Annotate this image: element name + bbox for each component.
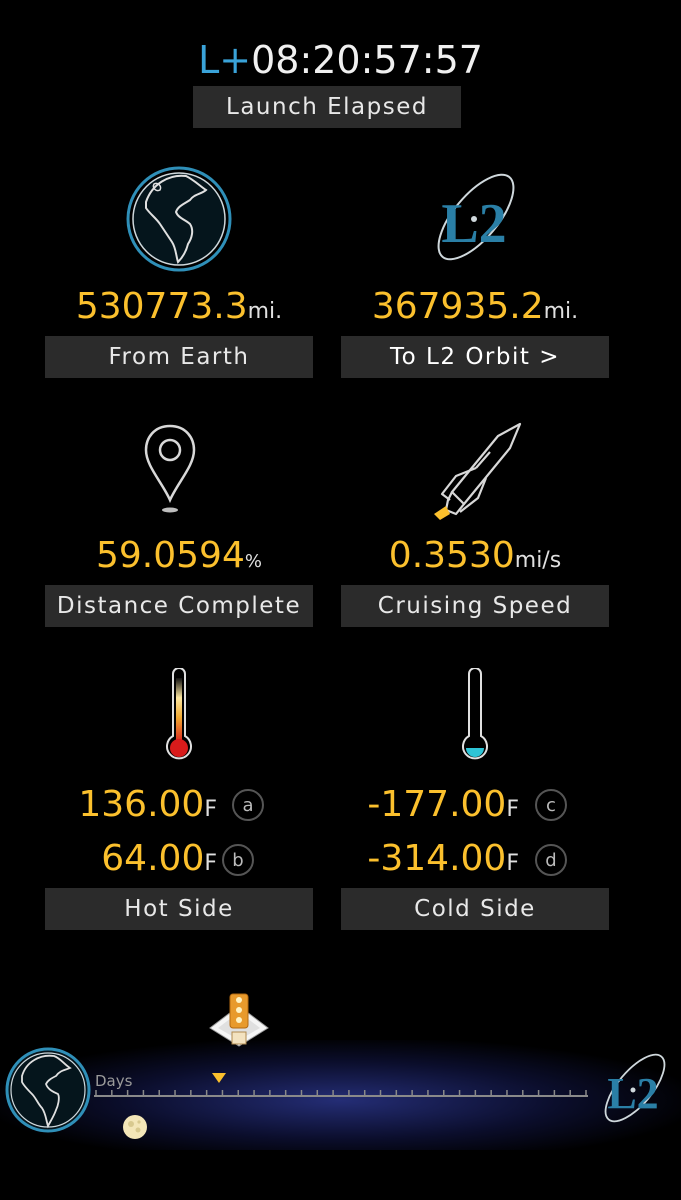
launch-prefix: L+ xyxy=(198,38,252,82)
hot-temp-a-unit: F xyxy=(204,797,217,822)
moon-icon xyxy=(123,1115,147,1139)
hot-thermometer-icon xyxy=(166,668,192,760)
to-l2-orbit-button[interactable]: To L2 Orbit > xyxy=(341,336,609,378)
cold-thermometer-icon xyxy=(462,668,488,760)
cruising-speed-unit: mi/s xyxy=(514,548,562,573)
cold-temp-d-number: -314.00 xyxy=(367,838,507,879)
sensor-b-badge[interactable]: b xyxy=(222,844,254,876)
cruising-speed-label: Cruising Speed xyxy=(341,585,609,627)
hot-temp-a-number: 136.00 xyxy=(78,784,205,825)
hot-temp-a-value: 136.00F xyxy=(45,784,217,825)
to-l2-value: 367935.2mi. xyxy=(341,286,609,327)
from-earth-value: 530773.3mi. xyxy=(45,286,313,327)
distance-complete-label: Distance Complete xyxy=(45,585,313,627)
timeline-earth-icon xyxy=(5,1047,91,1133)
cold-temp-c-value: -177.00F xyxy=(341,784,519,825)
svg-text:L2: L2 xyxy=(607,1069,658,1118)
distance-complete-number: 59.0594 xyxy=(96,535,245,576)
to-l2-number: 367935.2 xyxy=(371,286,544,327)
distance-complete-value: 59.0594% xyxy=(45,535,313,576)
cold-temp-c-number: -177.00 xyxy=(367,784,507,825)
from-earth-number: 530773.3 xyxy=(75,286,248,327)
hot-temp-b-number: 64.00 xyxy=(101,838,205,879)
cold-side-label: Cold Side xyxy=(341,888,609,930)
cold-temp-c-unit: F xyxy=(506,797,519,822)
hot-side-label: Hot Side xyxy=(45,888,313,930)
l2-logo-icon[interactable]: L2 xyxy=(426,164,526,270)
earth-icon xyxy=(126,166,232,272)
sensor-c-badge[interactable]: c xyxy=(535,789,567,821)
launch-elapsed-timer: L+08:20:57:57 xyxy=(0,38,681,82)
cold-temp-d-value: -314.00F xyxy=(341,838,519,879)
cruising-speed-number: 0.3530 xyxy=(388,535,515,576)
map-pin-icon xyxy=(144,424,196,513)
hot-temp-b-unit: F xyxy=(204,851,217,876)
svg-text:L2: L2 xyxy=(441,193,506,255)
to-l2-unit: mi. xyxy=(543,299,579,324)
from-earth-label: From Earth xyxy=(45,336,313,378)
timeline-progress-marker xyxy=(211,1073,226,1083)
distance-complete-unit: % xyxy=(244,551,262,572)
sensor-d-badge[interactable]: d xyxy=(535,844,567,876)
hot-temp-b-value: 64.00F xyxy=(45,838,217,879)
from-earth-unit: mi. xyxy=(247,299,283,324)
cold-temp-d-unit: F xyxy=(506,851,519,876)
timeline-track[interactable] xyxy=(92,1084,592,1104)
launch-elapsed-label: Launch Elapsed xyxy=(193,86,461,128)
sensor-a-badge[interactable]: a xyxy=(232,789,264,821)
timeline-l2-icon: L2 xyxy=(604,1053,666,1123)
rocket-icon xyxy=(434,422,522,520)
cruising-speed-value: 0.3530mi/s xyxy=(341,535,609,576)
telescope-icon xyxy=(209,993,269,1047)
elapsed-time: 08:20:57:57 xyxy=(251,38,483,82)
